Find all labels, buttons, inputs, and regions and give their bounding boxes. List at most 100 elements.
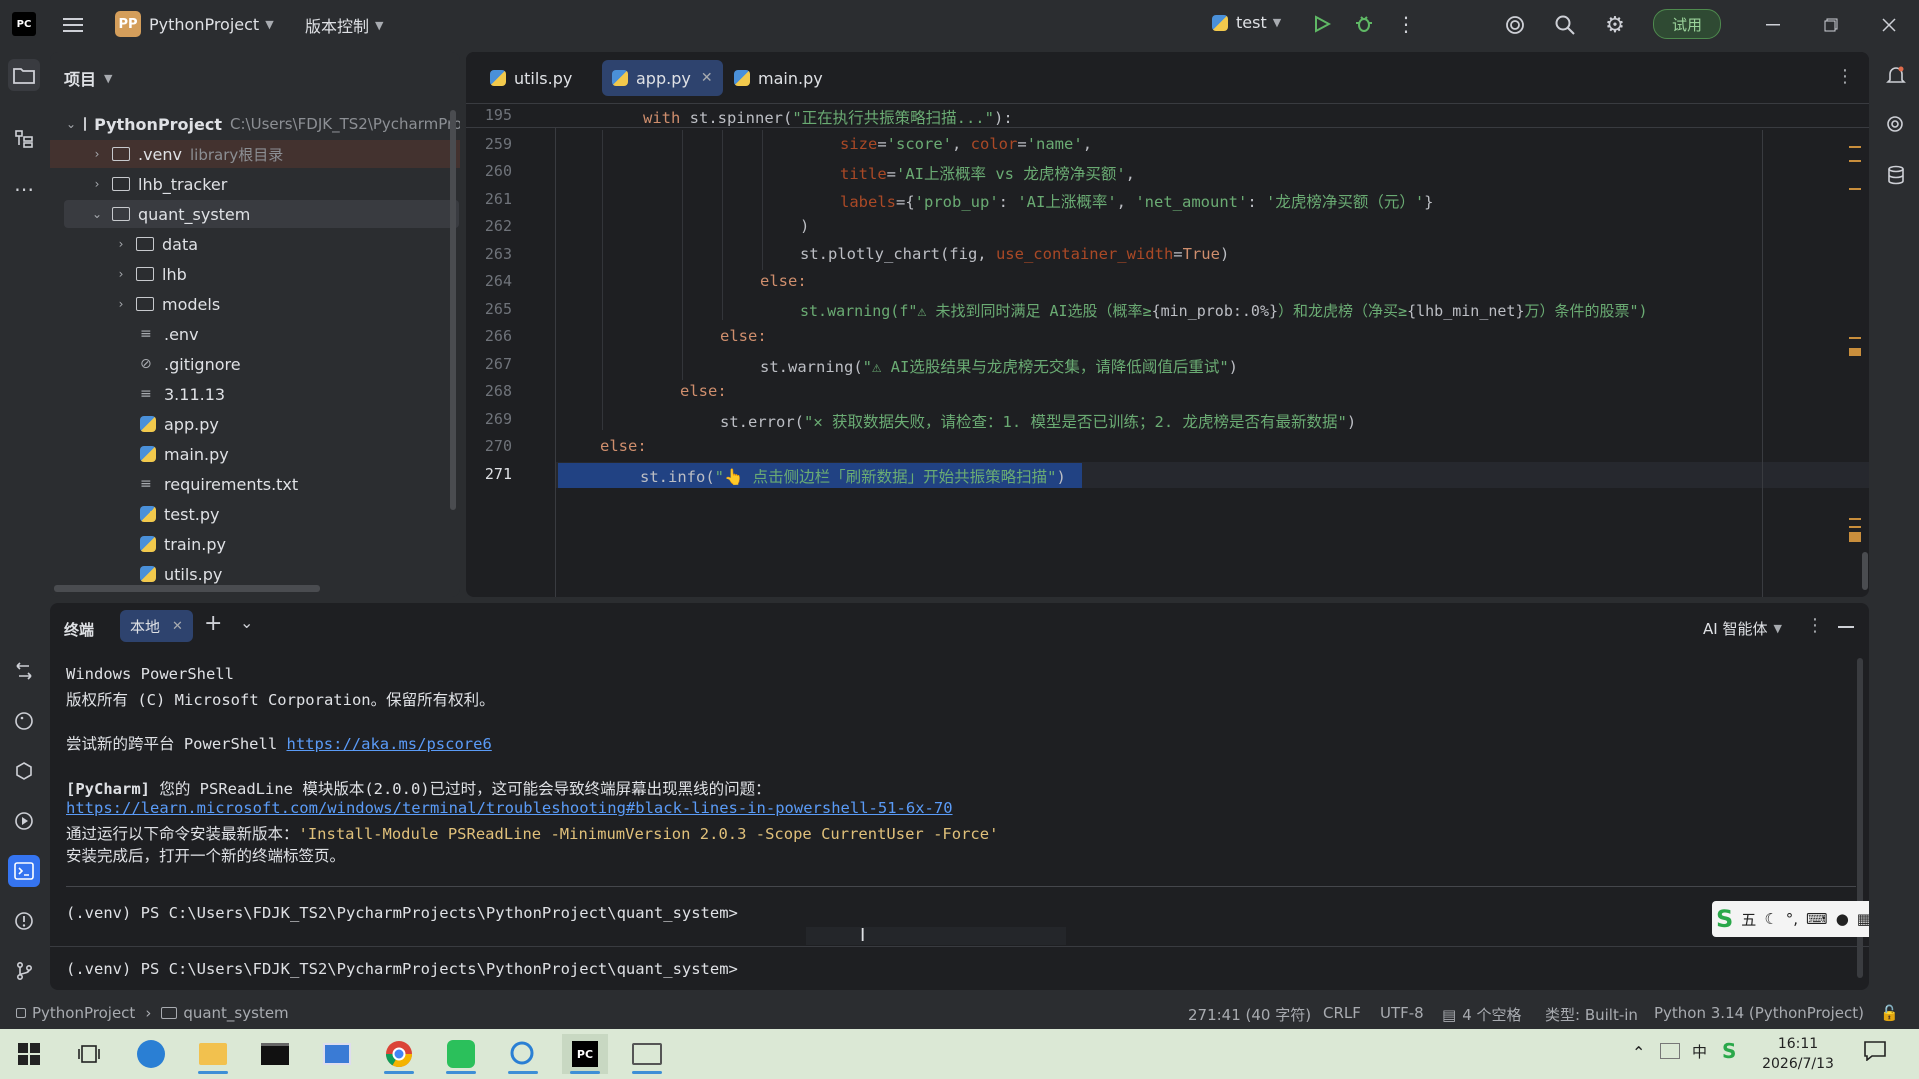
error-stripe-mark[interactable] — [1849, 160, 1861, 162]
git-branch-icon[interactable] — [8, 955, 40, 987]
screen-capture-icon[interactable] — [624, 1034, 670, 1074]
tree-item-test-py[interactable]: test.py — [50, 500, 460, 528]
terminal-input-prompt[interactable]: (.venv) PS C:\Users\FDJK_TS2\PycharmProj… — [66, 960, 738, 978]
run-icon[interactable] — [1310, 12, 1334, 36]
windows-start-icon[interactable] — [6, 1034, 52, 1074]
code-line-265[interactable]: st.warning(f"⚠ 未找到同时满足 AI选股（概率≥{min_prob… — [800, 300, 1648, 321]
close-icon[interactable] — [1876, 12, 1902, 38]
lock-icon[interactable]: 🔓 — [1880, 1004, 1899, 1022]
line-separator[interactable]: CRLF — [1323, 1004, 1361, 1022]
error-stripe-mark[interactable] — [1849, 337, 1861, 339]
user-icon[interactable]: ● — [1836, 910, 1849, 928]
ime-mode[interactable]: 五 — [1741, 909, 1756, 930]
tree-item-app-py[interactable]: app.py — [50, 410, 460, 438]
remote-desktop-icon[interactable] — [314, 1034, 360, 1074]
tree-item-train-py[interactable]: train.py — [50, 530, 460, 558]
code-line-267[interactable]: st.warning("⚠ AI选股结果与龙虎榜无交集，请降低阈值后重试") — [760, 355, 1238, 377]
terminal-prompt[interactable]: (.venv) PS C:\Users\FDJK_TS2\PycharmProj… — [66, 904, 738, 922]
code-line-270[interactable]: else: — [600, 437, 647, 455]
ai-assistant-icon[interactable] — [1502, 12, 1528, 38]
tree-item-requirements[interactable]: ≡ requirements.txt — [50, 470, 460, 498]
tree-item-env[interactable]: ≡ .env — [50, 320, 460, 348]
outlook-icon[interactable] — [128, 1034, 174, 1074]
tree-item-quant-system[interactable]: ⌄ quant_system — [64, 200, 459, 228]
code-line-271[interactable]: st.info("👆 点击侧边栏「刷新数据」开始共振策略扫描") — [640, 465, 1066, 487]
troubleshooting-link[interactable]: https://learn.microsoft.com/windows/term… — [66, 799, 953, 817]
commit-icon[interactable] — [8, 655, 40, 687]
tree-item-models[interactable]: › models — [50, 290, 460, 318]
vertical-scrollbar[interactable] — [450, 110, 456, 510]
terminal-tab-local[interactable]: 本地 ✕ — [120, 610, 193, 642]
sogou-s-icon[interactable]: S — [1716, 905, 1733, 933]
tab-options-icon[interactable]: ⋮ — [1836, 66, 1854, 87]
terminal-dropdown-chevron-icon[interactable]: ⌄ — [240, 613, 253, 632]
restore-icon[interactable] — [1818, 12, 1844, 38]
structure-icon[interactable] — [8, 123, 40, 155]
close-tab-icon[interactable]: ✕ — [701, 70, 713, 86]
vcs-menu[interactable]: 版本控制 ▼ — [305, 13, 383, 37]
breadcrumb-project[interactable]: PythonProject — [32, 1004, 135, 1022]
moon-icon[interactable]: ☾ — [1764, 910, 1777, 928]
indent-setting[interactable]: ▤ 4 个空格 — [1442, 1004, 1522, 1025]
new-terminal-plus-icon[interactable]: + — [204, 611, 222, 636]
settings-gear-icon[interactable]: ⚙ — [1602, 12, 1628, 38]
code-line-263[interactable]: st.plotly_chart(fig, use_container_width… — [800, 245, 1229, 263]
error-stripe-mark[interactable] — [1849, 188, 1861, 190]
error-stripe-mark[interactable] — [1849, 146, 1861, 148]
tab-main-py[interactable]: main.py — [724, 60, 833, 96]
file-explorer-icon[interactable] — [190, 1034, 236, 1074]
notifications-bell-icon[interactable] — [1880, 59, 1912, 91]
error-stripe-mark[interactable] — [1849, 532, 1861, 542]
editor-scrollbar[interactable] — [1862, 552, 1868, 590]
keyboard-icon[interactable]: ⌨ — [1806, 910, 1828, 928]
database-icon[interactable] — [1880, 159, 1912, 191]
more-actions-icon[interactable]: ⋮ — [1396, 12, 1416, 36]
tray-clock[interactable]: 16:11 2026/7/13 — [1758, 1034, 1838, 1074]
grid-icon[interactable]: ▦ — [1857, 910, 1869, 928]
command-prompt-icon[interactable] — [252, 1034, 298, 1074]
breadcrumb-folder[interactable]: quant_system — [183, 1004, 288, 1022]
hide-panel-icon[interactable] — [1838, 626, 1854, 628]
tree-item-utils-py[interactable]: utils.py — [50, 560, 460, 588]
chat-app-icon[interactable] — [500, 1034, 546, 1074]
code-line-261[interactable]: labels={'prob_up': 'AI上涨概率', 'net_amount… — [840, 190, 1434, 212]
show-hidden-icons-chevron-icon[interactable]: ⌃ — [1632, 1043, 1645, 1062]
code-line-262[interactable]: ) — [800, 217, 809, 235]
input-language-indicator[interactable]: 中 — [1692, 1041, 1707, 1062]
tree-item-lhb-tracker[interactable]: › lhb_tracker — [50, 170, 460, 198]
network-icon[interactable] — [1660, 1043, 1680, 1059]
tab-app-py[interactable]: app.py ✕ — [602, 60, 723, 96]
wechat-icon[interactable] — [438, 1034, 484, 1074]
sogou-tray-icon[interactable]: S — [1722, 1039, 1736, 1063]
tree-item-gitignore[interactable]: ⊘ .gitignore — [50, 350, 460, 378]
file-encoding[interactable]: UTF-8 — [1380, 1004, 1424, 1022]
error-stripe-mark[interactable] — [1849, 348, 1861, 356]
code-line-260[interactable]: title='AI上涨概率 vs 龙虎榜净买额', — [840, 162, 1135, 184]
project-switcher[interactable]: PP PythonProject ▼ — [115, 11, 274, 37]
project-panel-header[interactable]: 项目 ▼ — [64, 66, 112, 90]
project-folder-icon[interactable] — [8, 59, 40, 91]
code-line-264[interactable]: else: — [760, 272, 807, 290]
ai-agent-selector[interactable]: AI 智能体 ▼ — [1703, 618, 1782, 639]
minimize-icon[interactable] — [1760, 12, 1786, 38]
problems-icon[interactable] — [8, 905, 40, 937]
task-view-icon[interactable] — [66, 1034, 112, 1074]
tree-item-version[interactable]: ≡ 3.11.13 — [50, 380, 460, 408]
error-stripe-mark[interactable] — [1849, 526, 1861, 528]
code-line-266[interactable]: else: — [720, 327, 767, 345]
pscore-link[interactable]: https://aka.ms/pscore6 — [286, 735, 491, 753]
tree-item-venv[interactable]: › .venv library根目录 — [50, 140, 460, 168]
debug-icon[interactable] — [1352, 12, 1376, 36]
caret-position[interactable]: 271:41 (40 字符) — [1188, 1004, 1311, 1025]
pycharm-taskbar-icon[interactable]: PC — [562, 1034, 608, 1074]
file-type[interactable]: 类型: Built-in — [1545, 1004, 1638, 1025]
punctuation-icon[interactable]: °, — [1786, 910, 1798, 928]
main-menu-icon[interactable] — [60, 12, 86, 38]
more-tools-icon[interactable]: ⋯ — [8, 173, 40, 205]
run-config-selector[interactable]: test ▼ — [1212, 13, 1281, 32]
code-line-259[interactable]: size='score', color='name', — [840, 135, 1092, 153]
python-packages-icon[interactable] — [8, 755, 40, 787]
chrome-icon[interactable] — [376, 1034, 422, 1074]
close-tab-icon[interactable]: ✕ — [172, 619, 183, 634]
code-line-268[interactable]: else: — [680, 382, 727, 400]
